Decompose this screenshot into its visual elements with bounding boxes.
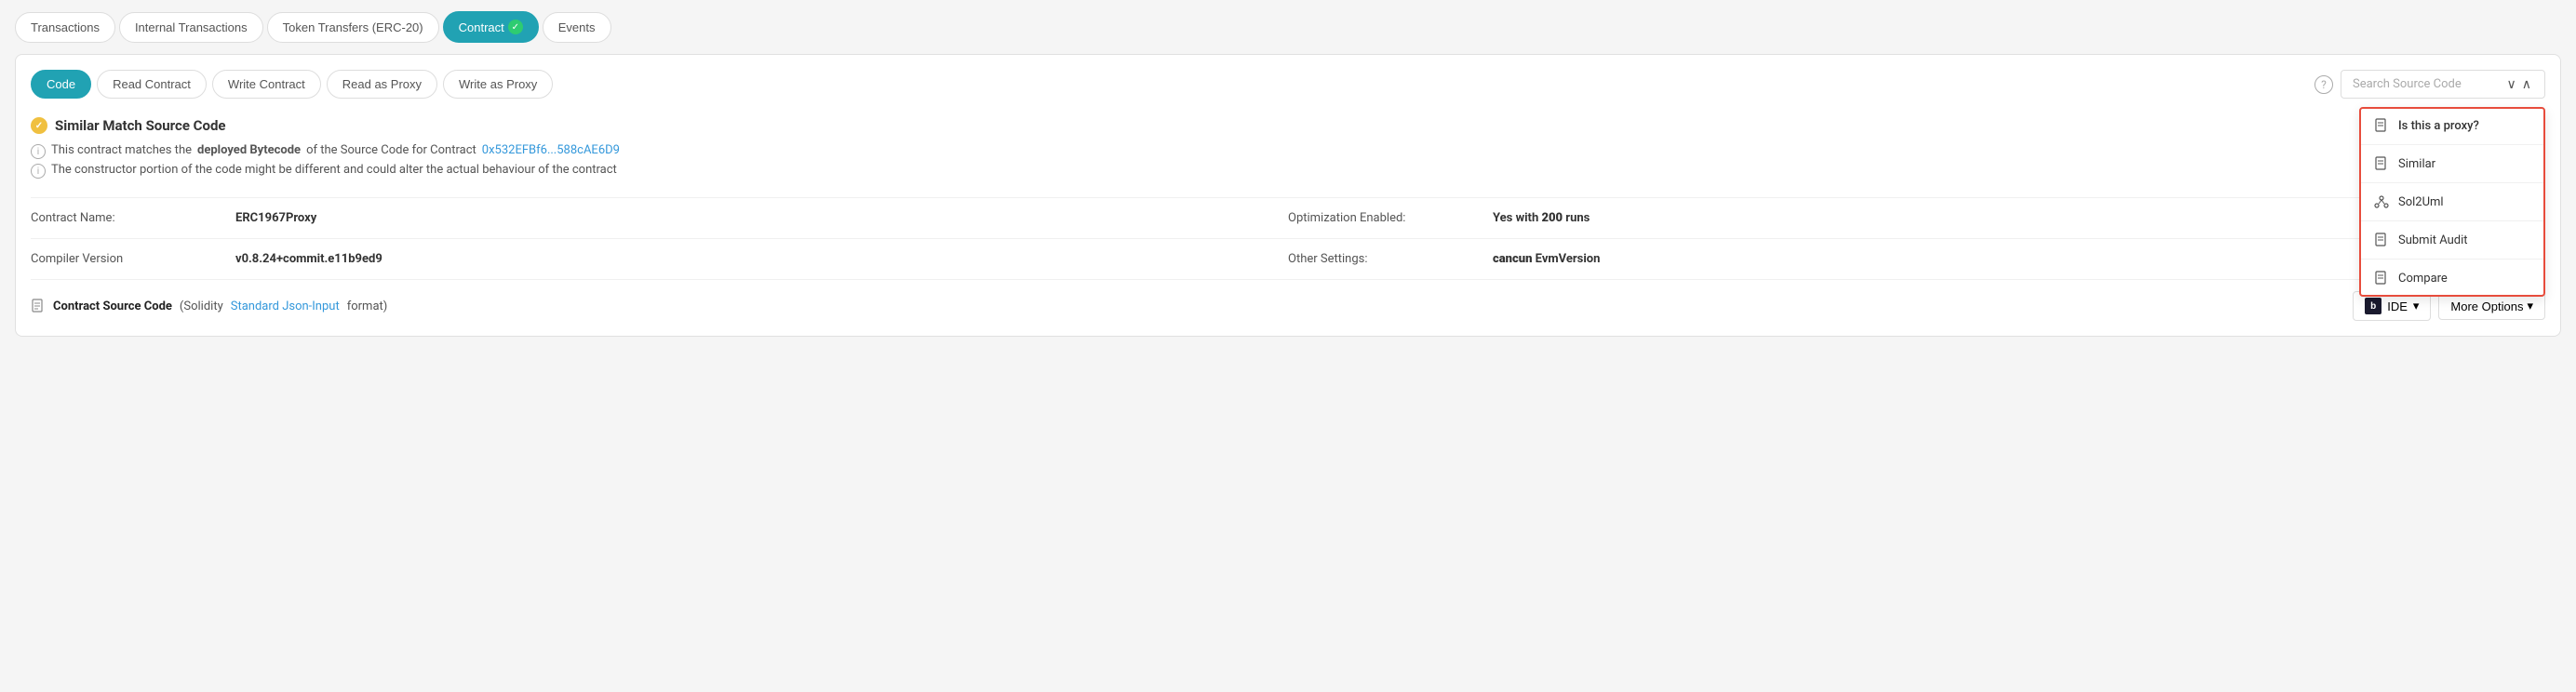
info-text-1-suffix: of the Source Code for Contract [306, 143, 476, 157]
info-icon-2: i [31, 164, 46, 179]
more-options-label: More Options [2450, 299, 2523, 313]
contract-link[interactable]: 0x532EFBf6...588cAE6D9 [482, 143, 620, 157]
top-tab-bar: Transactions Internal Transactions Token… [0, 0, 2576, 43]
ide-label: IDE [2387, 299, 2408, 313]
info-icon-1: i [31, 144, 46, 159]
contract-details-grid: Contract Name: ERC1967Proxy Optimization… [31, 197, 2545, 280]
audit-doc-icon [2374, 233, 2389, 247]
settings-row: Other Settings: cancun EvmVersion [1288, 239, 2545, 280]
contract-tab-label: Contract [459, 20, 504, 34]
source-code-paren-prefix: (Solidity [180, 299, 223, 313]
dropdown-item-submit-audit[interactable]: Submit Audit [2361, 223, 2543, 257]
contract-name-value: ERC1967Proxy [235, 211, 316, 225]
more-options-chevron-icon: ▾ [2527, 299, 2533, 313]
similar-match-title: Similar Match Source Code [55, 117, 226, 134]
similar-match-header: ✓ Similar Match Source Code [31, 117, 2545, 134]
tab-events[interactable]: Events [543, 12, 611, 43]
dropdown-menu: Is this a proxy? Similar Sol2Uml [2359, 107, 2545, 297]
similar-doc-icon [2374, 156, 2389, 171]
source-code-row: Contract Source Code (Solidity Standard … [31, 280, 2545, 321]
search-arrows: ∨ ∧ [2505, 76, 2534, 92]
sol2uml-icon [2374, 194, 2389, 209]
dropdown-divider-1 [2361, 144, 2543, 145]
sub-tab-bar: Code Read Contract Write Contract Read a… [31, 70, 2545, 99]
contract-name-row: Contract Name: ERC1967Proxy [31, 198, 1288, 239]
optimization-label: Optimization Enabled: [1288, 211, 1493, 225]
subtab-read-as-proxy[interactable]: Read as Proxy [327, 70, 437, 99]
info-row-bytecode: i This contract matches the deployed Byt… [31, 143, 2545, 159]
optimization-suffix: runs [1563, 211, 1590, 225]
source-code-strong: Contract Source Code [53, 299, 172, 313]
subtab-write-contract[interactable]: Write Contract [212, 70, 321, 99]
info-text-2: The constructor portion of the code migh… [51, 163, 617, 177]
help-icon[interactable]: ? [2314, 75, 2333, 94]
dropdown-divider-2 [2361, 182, 2543, 183]
subtab-read-contract[interactable]: Read Contract [97, 70, 207, 99]
optimization-row: Optimization Enabled: Yes with 200 runs [1288, 198, 2545, 239]
ide-logo-icon: b [2365, 298, 2381, 314]
tab-transactions[interactable]: Transactions [15, 12, 115, 43]
compare-doc-icon [2374, 271, 2389, 286]
search-area: ? Search Source Code ∨ ∧ [2314, 70, 2545, 99]
submit-audit-label: Submit Audit [2398, 233, 2468, 247]
document-icon [31, 299, 46, 313]
dropdown-item-is-proxy[interactable]: Is this a proxy? [2361, 109, 2543, 142]
optimization-yes: Yes with [1493, 211, 1541, 225]
compiler-label: Compiler Version [31, 252, 235, 266]
source-code-paren-suffix: format) [347, 299, 388, 313]
optimization-runs: 200 [1541, 211, 1563, 225]
settings-value: cancun EvmVersion [1493, 252, 1600, 266]
tab-token-transfers[interactable]: Token Transfers (ERC-20) [267, 12, 439, 43]
search-arrow-down[interactable]: ∨ [2505, 76, 2518, 92]
tab-internal-transactions[interactable]: Internal Transactions [119, 12, 263, 43]
search-arrow-up[interactable]: ∧ [2520, 76, 2533, 92]
standard-json-link[interactable]: Standard Json-Input [231, 299, 340, 313]
deployed-bytecode-bold: deployed Bytecode [197, 143, 301, 157]
dropdown-item-compare[interactable]: Compare [2361, 261, 2543, 295]
subtab-code[interactable]: Code [31, 70, 91, 99]
dropdown-item-sol2uml[interactable]: Sol2Uml [2361, 185, 2543, 219]
search-source-code-box[interactable]: Search Source Code ∨ ∧ [2341, 70, 2545, 99]
info-text-1-prefix: This contract matches the [51, 143, 192, 157]
sol2uml-label: Sol2Uml [2398, 195, 2444, 209]
settings-suffix: EvmVersion [1532, 252, 1600, 266]
dropdown-item-similar[interactable]: Similar [2361, 147, 2543, 180]
contract-name-label: Contract Name: [31, 211, 235, 225]
compare-label: Compare [2398, 272, 2448, 286]
source-code-label-group: Contract Source Code (Solidity Standard … [31, 299, 387, 313]
subtab-write-as-proxy[interactable]: Write as Proxy [443, 70, 553, 99]
optimization-value: Yes with 200 runs [1493, 211, 1590, 225]
main-content-card: Code Read Contract Write Contract Read a… [15, 54, 2561, 337]
similar-label: Similar [2398, 157, 2435, 171]
dropdown-divider-3 [2361, 220, 2543, 221]
is-proxy-label: Is this a proxy? [2398, 119, 2479, 133]
ide-chevron-icon: ▾ [2413, 299, 2420, 313]
info-row-constructor: i The constructor portion of the code mi… [31, 163, 2545, 179]
verified-check-icon: ✓ [508, 20, 523, 34]
settings-bold: cancun [1493, 252, 1532, 266]
proxy-doc-icon [2374, 118, 2389, 133]
tab-contract[interactable]: Contract ✓ [443, 11, 539, 43]
similar-match-icon: ✓ [31, 117, 47, 134]
dropdown-divider-4 [2361, 259, 2543, 260]
settings-label: Other Settings: [1288, 252, 1493, 266]
compiler-value: v0.8.24+commit.e11b9ed9 [235, 252, 382, 266]
compiler-row: Compiler Version v0.8.24+commit.e11b9ed9 [31, 239, 1288, 280]
search-placeholder: Search Source Code [2353, 77, 2462, 91]
